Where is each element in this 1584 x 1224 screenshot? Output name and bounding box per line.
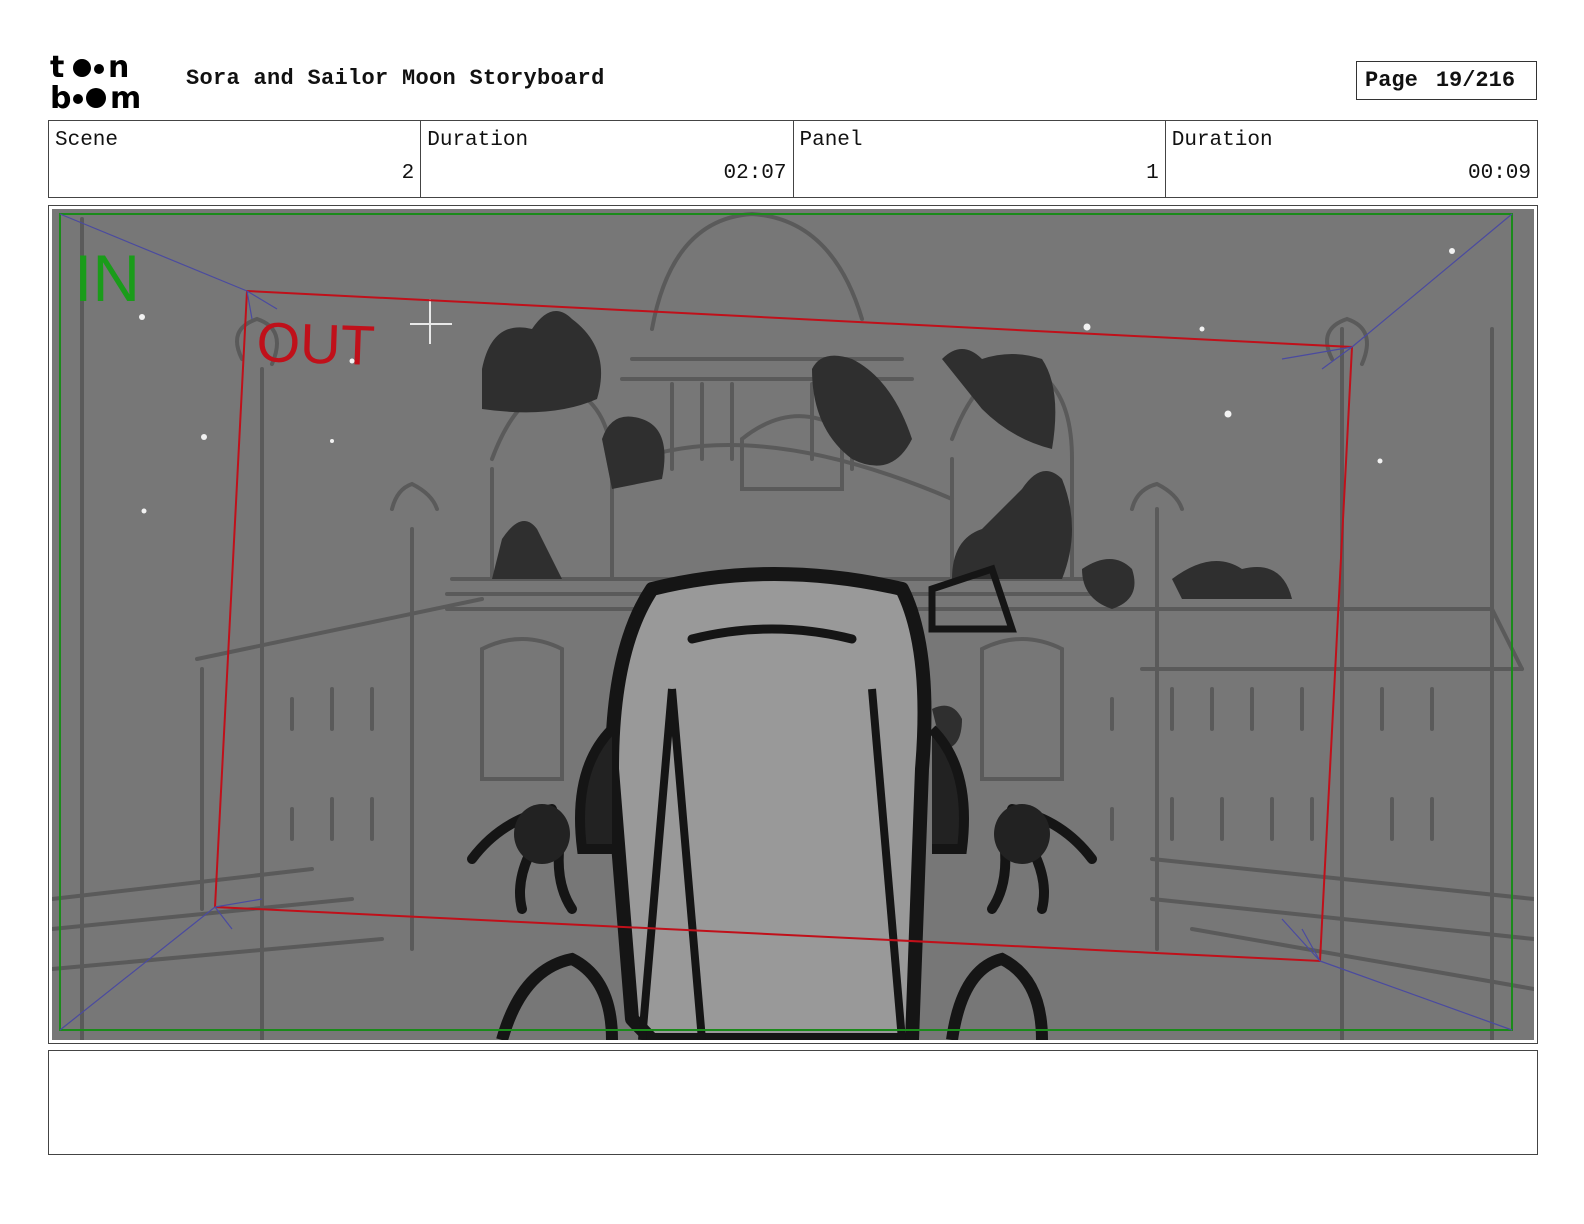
svg-text:m: m [110,81,141,112]
scene-value: 2 [401,162,415,185]
out-frame-label: OUT [256,310,376,377]
storyboard-title: Sora and Sailor Moon Storyboard [186,66,605,91]
panel-duration-label: Duration [1171,129,1273,152]
page-indicator: Page 19/216 [1356,61,1537,100]
panel-duration-value: 00:09 [1467,162,1531,185]
page-number: 19/216 [1435,68,1516,93]
panel-cell: Panel 1 [794,121,1166,197]
panel-duration-cell: Duration 00:09 [1166,121,1537,197]
page-label: Page [1365,68,1418,93]
storyboard-panel-frame: IN OUT [48,205,1538,1044]
scene-duration-label: Duration [427,129,529,152]
toon-boom-logo: t n b m [50,50,165,116]
in-frame-label: IN [74,241,140,315]
scene-label: Scene [55,129,119,152]
scene-cell: Scene 2 [49,121,422,197]
panel-value: 1 [1146,162,1159,185]
storyboard-sketch: IN OUT [52,209,1534,1040]
scene-duration-cell: Duration 02:07 [421,121,794,197]
scene-duration-value: 02:07 [723,162,787,185]
panel-notes-box[interactable] [48,1050,1538,1155]
panel-label: Panel [799,129,863,152]
panel-info-row: Scene 2 Duration 02:07 Panel 1 Duration … [48,120,1538,198]
svg-text:b: b [50,81,71,112]
